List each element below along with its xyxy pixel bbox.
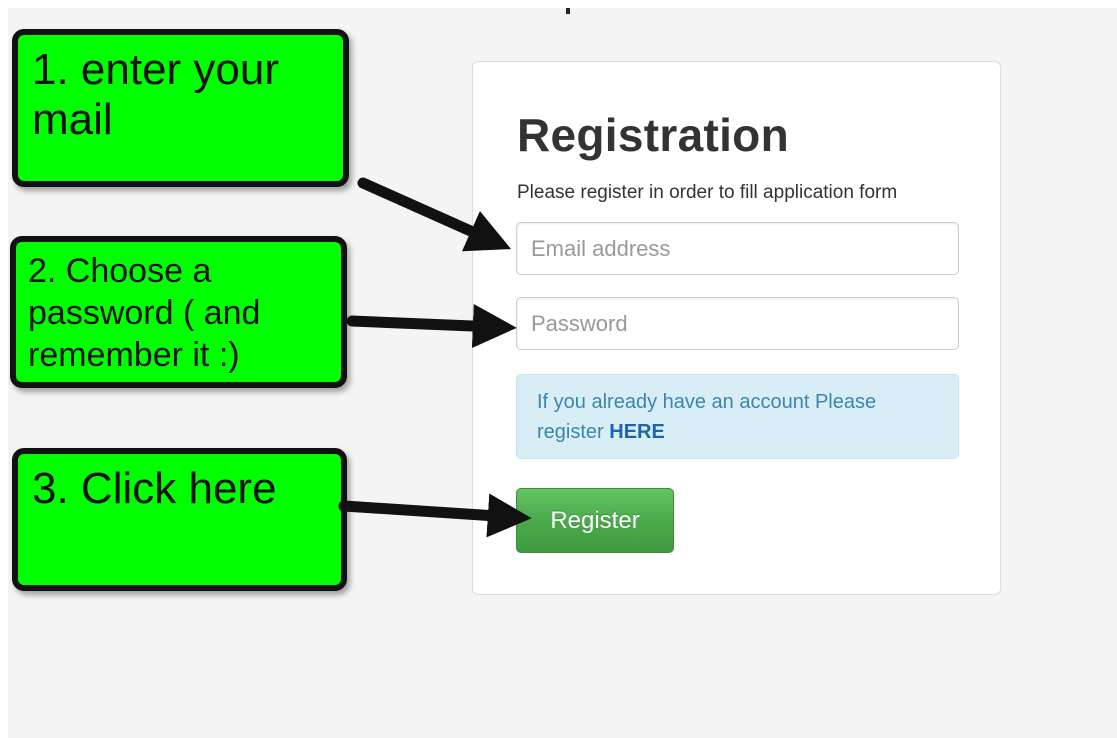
callout-step-2-text: 2. Choose a password ( and remember it :… — [28, 252, 261, 374]
registration-card: Registration Please register in order to… — [472, 61, 1001, 595]
callout-step-3: 3. Click here — [12, 448, 347, 591]
page-title: Registration — [517, 109, 789, 161]
password-field[interactable] — [516, 297, 959, 350]
notice-text: If you already have an account Please re… — [537, 391, 877, 443]
here-link[interactable]: HERE — [609, 421, 665, 443]
callout-step-2: 2. Choose a password ( and remember it :… — [10, 236, 347, 388]
callout-step-1-text: 1. enter your mail — [32, 45, 280, 144]
email-field[interactable] — [516, 222, 959, 275]
existing-account-notice: If you already have an account Please re… — [516, 374, 959, 459]
callout-step-3-text: 3. Click here — [32, 464, 277, 513]
form-subtitle: Please register in order to fill applica… — [517, 182, 898, 203]
callout-step-1: 1. enter your mail — [12, 29, 349, 187]
register-button[interactable]: Register — [516, 488, 674, 553]
top-edge-mark — [566, 8, 570, 14]
